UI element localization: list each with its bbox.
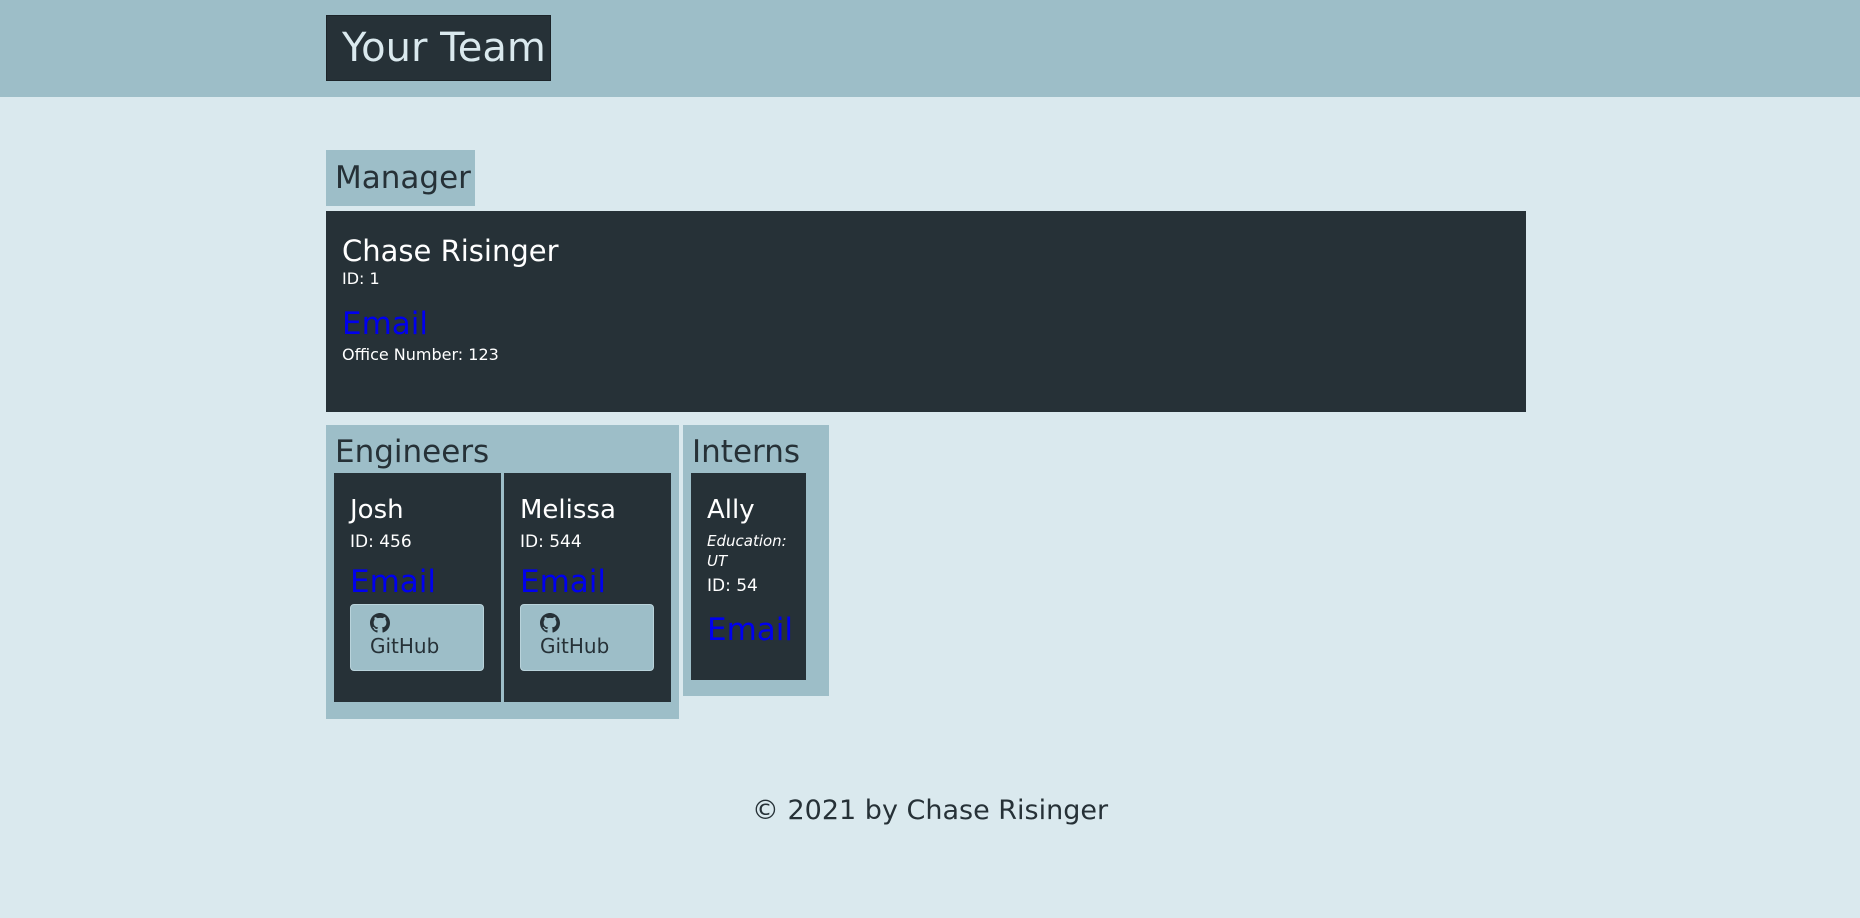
manager-office-number: Office Number: 123 (342, 345, 499, 364)
manager-name: Chase Risinger (342, 234, 559, 268)
page-title: Your Team (326, 15, 551, 81)
interns-section-label: Interns (692, 434, 801, 470)
engineer-card: Josh ID: 456 Email GitHub (334, 473, 501, 702)
intern-name: Ally (707, 495, 755, 525)
github-icon (370, 613, 390, 633)
manager-card: Chase Risinger ID: 1 Email Office Number… (326, 211, 1526, 412)
intern-education: Education: UT (707, 532, 787, 570)
page-header: Your Team (0, 0, 1860, 97)
intern-card: Ally Education: UT ID: 54 Email (691, 473, 806, 680)
engineers-section-label: Engineers (335, 434, 490, 470)
github-button[interactable]: GitHub (520, 604, 654, 671)
engineer-id: ID: 544 (520, 532, 582, 552)
engineer-email-link[interactable]: Email (350, 563, 485, 601)
manager-id: ID: 1 (342, 269, 380, 288)
engineer-email-link[interactable]: Email (520, 563, 655, 601)
engineer-name: Josh (350, 495, 404, 525)
manager-section-label: Manager (326, 150, 475, 206)
engineers-section: Engineers Josh ID: 456 Email GitHub Meli… (326, 425, 679, 719)
github-button-label: GitHub (540, 634, 610, 658)
footer-copyright: © 2021 by Chase Risinger (751, 795, 1109, 826)
interns-section: Interns Ally Education: UT ID: 54 Email (683, 425, 829, 696)
github-button-label: GitHub (370, 634, 440, 658)
engineer-card: Melissa ID: 544 Email GitHub (504, 473, 671, 702)
intern-email-link[interactable]: Email (707, 611, 793, 649)
intern-id: ID: 54 (707, 576, 758, 596)
engineer-name: Melissa (520, 495, 616, 525)
github-icon (540, 613, 560, 633)
engineer-id: ID: 456 (350, 532, 412, 552)
manager-email-link[interactable]: Email (342, 305, 1510, 343)
github-button[interactable]: GitHub (350, 604, 484, 671)
